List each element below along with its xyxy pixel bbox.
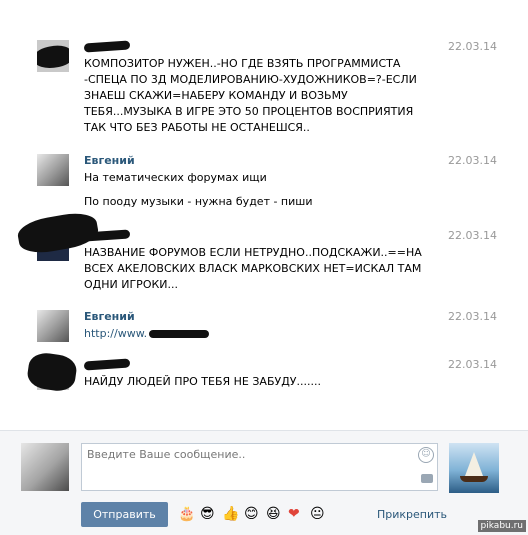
message-link[interactable]: http://www.: [84, 327, 147, 340]
neutral-emoji-icon[interactable]: 😐: [310, 505, 325, 523]
message-date: 22.03.14: [448, 40, 497, 53]
author-name[interactable]: Евгений: [84, 310, 135, 323]
message-item: 22.03.14 КОМПОЗИТОР НУЖЕН..-НО ГДЕ ВЗЯТЬ…: [37, 40, 497, 140]
message-item: Евгений 22.03.14 http://www.: [37, 310, 497, 350]
message-input[interactable]: Введите Ваше сообщение.. ☺: [81, 443, 438, 491]
laugh-emoji-icon[interactable]: 😆: [266, 505, 281, 523]
message-item: 22.03.14 НАЗВАНИЕ ФОРУМОВ ЕСЛИ НЕТРУДНО.…: [37, 229, 497, 299]
message-history: 22.03.14 КОМПОЗИТОР НУЖЕН..-НО ГДЕ ВЗЯТЬ…: [0, 0, 528, 430]
message-line: КОМПОЗИТОР НУЖЕН..-НО ГДЕ ВЗЯТЬ ПРОГРАММ…: [84, 57, 417, 134]
recipient-avatar[interactable]: [449, 443, 499, 493]
avatar[interactable]: [37, 310, 69, 342]
message-date: 22.03.14: [448, 358, 497, 371]
author-name[interactable]: Евгений: [84, 154, 135, 167]
send-button[interactable]: Отправить: [81, 502, 168, 527]
message-date: 22.03.14: [448, 154, 497, 167]
sunglasses-emoji-icon[interactable]: 😎: [200, 505, 215, 523]
message-line: На тематических форумах ищи: [84, 171, 267, 184]
message-line: По пооду музыки - нужна будет - пиши: [84, 195, 313, 208]
cake-emoji-icon[interactable]: 🎂: [178, 505, 195, 523]
message-item: Евгений 22.03.14 На тематических форумах…: [37, 154, 497, 214]
ship-hull: [460, 476, 488, 482]
message-text: http://www.: [84, 326, 434, 342]
message-date: 22.03.14: [448, 229, 497, 242]
thumbs-up-emoji-icon[interactable]: 👍: [222, 505, 239, 523]
watermark: pikabu.ru: [477, 520, 526, 532]
heart-emoji-icon[interactable]: ❤: [288, 505, 300, 523]
author-name-censored: [83, 358, 131, 371]
message-text: На тематических форумах ищи По пооду муз…: [84, 170, 434, 210]
message-line: НАЙДУ ЛЮДЕЙ ПРО ТЕБЯ НЕ ЗАБУДУ.......: [84, 375, 321, 388]
message-text: НАЗВАНИЕ ФОРУМОВ ЕСЛИ НЕТРУДНО..ПОДСКАЖИ…: [84, 245, 434, 293]
message-item: 22.03.14 НАЙДУ ЛЮДЕЙ ПРО ТЕБЯ НЕ ЗАБУДУ.…: [37, 358, 497, 398]
avatar[interactable]: [37, 154, 69, 186]
message-date: 22.03.14: [448, 310, 497, 323]
message-composer: Введите Ваше сообщение.. ☺ Отправить 🎂 😎…: [0, 430, 528, 535]
emoji-picker-icon[interactable]: ☺: [418, 447, 434, 463]
avatar[interactable]: [37, 40, 69, 72]
author-name-censored: [83, 40, 131, 53]
message-line: НАЗВАНИЕ ФОРУМОВ ЕСЛИ НЕТРУДНО..ПОДСКАЖИ…: [84, 246, 422, 291]
camera-icon[interactable]: [421, 474, 433, 483]
link-censored: [149, 330, 210, 338]
message-text: НАЙДУ ЛЮДЕЙ ПРО ТЕБЯ НЕ ЗАБУДУ.......: [84, 374, 434, 390]
message-input-placeholder: Введите Ваше сообщение..: [87, 448, 246, 461]
message-text: КОМПОЗИТОР НУЖЕН..-НО ГДЕ ВЗЯТЬ ПРОГРАММ…: [84, 56, 434, 136]
my-avatar[interactable]: [21, 443, 69, 491]
ship-sail: [465, 452, 483, 476]
smile-emoji-icon[interactable]: 😊: [244, 505, 259, 523]
attach-button[interactable]: Прикрепить: [377, 508, 447, 521]
